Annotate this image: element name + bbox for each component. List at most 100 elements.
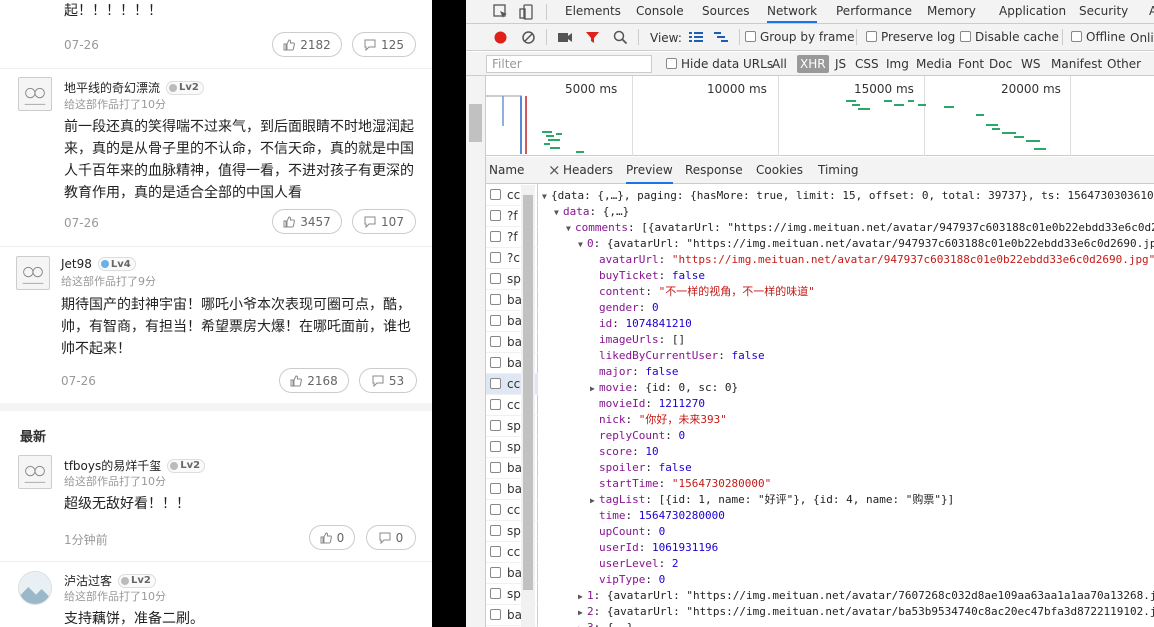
checkbox[interactable] (490, 273, 501, 284)
filter-type-css[interactable]: CSS (852, 55, 882, 73)
expand-right-icon[interactable]: ▶ (578, 605, 587, 621)
filter-icon[interactable] (585, 30, 600, 45)
username[interactable]: 泸沽过客 Lv2 (64, 572, 156, 589)
scrollbar-thumb[interactable] (469, 104, 482, 142)
filter-type-font[interactable]: Font (955, 55, 987, 73)
checkbox[interactable] (866, 31, 877, 42)
avatar[interactable] (16, 256, 50, 290)
filter-type-xhr[interactable]: XHR (797, 55, 829, 73)
checkbox[interactable] (490, 483, 501, 494)
expand-right-icon[interactable]: ▶ (590, 381, 599, 397)
tab-au[interactable]: Au (1149, 0, 1154, 23)
checkbox[interactable] (490, 546, 501, 557)
name-column-header[interactable]: Name (486, 157, 538, 184)
disable-cache-checkbox[interactable]: Disable cache (960, 30, 1059, 44)
filter-type-manifest[interactable]: Manifest (1048, 55, 1105, 73)
expand-right-icon[interactable]: ▶ (578, 589, 587, 605)
avatar[interactable] (18, 77, 52, 111)
like-button[interactable]: 3457 (272, 209, 342, 234)
reply-button[interactable]: 0 (366, 525, 416, 550)
checkbox[interactable] (490, 504, 501, 515)
checkbox[interactable] (490, 525, 501, 536)
preserve-log-checkbox[interactable]: Preserve log (866, 30, 955, 44)
tab-network[interactable]: Network (767, 0, 818, 23)
checkbox[interactable] (490, 567, 501, 578)
filter-input[interactable]: Filter (486, 55, 652, 73)
filter-type-other[interactable]: Other (1104, 55, 1144, 73)
checkbox[interactable] (960, 31, 971, 42)
like-button[interactable]: 0 (309, 525, 355, 550)
json-line[interactable]: ▼ data: {,…} (554, 204, 629, 221)
json-line[interactable]: ▼ 0: {avatarUrl: "https://img.meituan.net… (578, 236, 1154, 253)
tab-application[interactable]: Application (999, 0, 1066, 23)
username[interactable]: tfboys的易烊千玺 Lv2 (64, 457, 206, 474)
tab-performance[interactable]: Performance (836, 0, 912, 23)
checkbox[interactable] (490, 210, 501, 221)
json-line[interactable]: ▶3: {,…} (578, 620, 633, 627)
clear-icon[interactable] (521, 30, 536, 45)
checkbox[interactable] (490, 231, 501, 242)
throttling-select[interactable]: Onli (1130, 31, 1154, 45)
expand-down-icon[interactable]: ▼ (578, 237, 587, 253)
filter-type-media[interactable]: Media (913, 55, 955, 73)
checkbox[interactable] (490, 315, 501, 326)
filter-type-js[interactable]: JS (832, 55, 849, 73)
checkbox[interactable] (1071, 31, 1082, 42)
checkbox[interactable] (490, 420, 501, 431)
filter-type-ws[interactable]: WS (1018, 55, 1043, 73)
checkbox[interactable] (490, 357, 501, 368)
large-rows-icon[interactable] (688, 31, 704, 44)
expand-down-icon[interactable]: ▼ (542, 189, 551, 205)
reply-button[interactable]: 107 (352, 209, 416, 234)
hide-data-urls-checkbox[interactable]: Hide data URLs (666, 57, 773, 71)
device-toolbar-icon[interactable] (518, 3, 536, 21)
tab-console[interactable]: Console (636, 0, 684, 23)
like-button[interactable]: 2168 (279, 368, 349, 393)
tab-sources[interactable]: Sources (702, 0, 749, 23)
camera-icon[interactable] (557, 31, 573, 44)
checkbox[interactable] (490, 252, 501, 263)
checkbox[interactable] (490, 441, 501, 452)
close-detail-button[interactable]: × (548, 157, 561, 184)
avatar[interactable] (18, 571, 52, 605)
scrollbar-thumb[interactable] (523, 195, 533, 590)
expand-right-icon[interactable]: ▶ (590, 493, 599, 509)
json-line[interactable]: ▶ 1: {avatarUrl: "https://img.meituan.net… (578, 588, 1154, 605)
filter-type-all[interactable]: All (769, 55, 790, 73)
checkbox[interactable] (490, 588, 501, 599)
expand-down-icon[interactable]: ▼ (566, 221, 575, 237)
checkbox[interactable] (490, 462, 501, 473)
checkbox[interactable] (745, 31, 756, 42)
reply-button[interactable]: 125 (352, 32, 416, 57)
record-icon[interactable] (493, 30, 508, 45)
json-line[interactable]: ▶ tagList: [{id: 1, name: "好评"}, {id: 4, … (590, 492, 954, 509)
filter-type-img[interactable]: Img (883, 55, 912, 73)
checkbox[interactable] (490, 399, 501, 410)
detail-tab-cookies[interactable]: Cookies (756, 157, 803, 184)
json-line[interactable]: ▼ comments: [{avatarUrl: "https://img.mei… (566, 220, 1154, 237)
reply-button[interactable]: 53 (359, 368, 417, 393)
detail-tab-headers[interactable]: Headers (563, 157, 613, 184)
tab-memory[interactable]: Memory (927, 0, 976, 23)
detail-tab-response[interactable]: Response (685, 157, 743, 184)
checkbox[interactable] (490, 609, 501, 620)
detail-tab-preview[interactable]: Preview (626, 157, 673, 184)
avatar[interactable] (18, 455, 52, 489)
json-line[interactable]: ▼ {data: {,…}, paging: {hasMore: true, li… (542, 188, 1154, 205)
tab-elements[interactable]: Elements (565, 0, 621, 23)
expand-down-icon[interactable]: ▼ (554, 205, 563, 221)
checkbox[interactable] (490, 294, 501, 305)
tab-security[interactable]: Security (1079, 0, 1128, 23)
checkbox[interactable] (490, 378, 501, 389)
username[interactable]: 地平线的奇幻漂流 Lv2 (64, 79, 204, 96)
search-icon[interactable] (613, 30, 628, 45)
waterfall-icon[interactable] (713, 31, 729, 44)
checkbox[interactable] (490, 189, 501, 200)
group-by-frame-checkbox[interactable]: Group by frame (745, 30, 854, 44)
filter-type-doc[interactable]: Doc (986, 55, 1015, 73)
checkbox[interactable] (666, 58, 677, 69)
expand-right-icon[interactable]: ▶ (578, 621, 587, 627)
json-line[interactable]: ▶ 2: {avatarUrl: "https://img.meituan.net… (578, 604, 1154, 621)
like-button[interactable]: 2182 (272, 32, 342, 57)
json-line[interactable]: ▶ movie: {id: 0, sc: 0} (590, 380, 738, 397)
